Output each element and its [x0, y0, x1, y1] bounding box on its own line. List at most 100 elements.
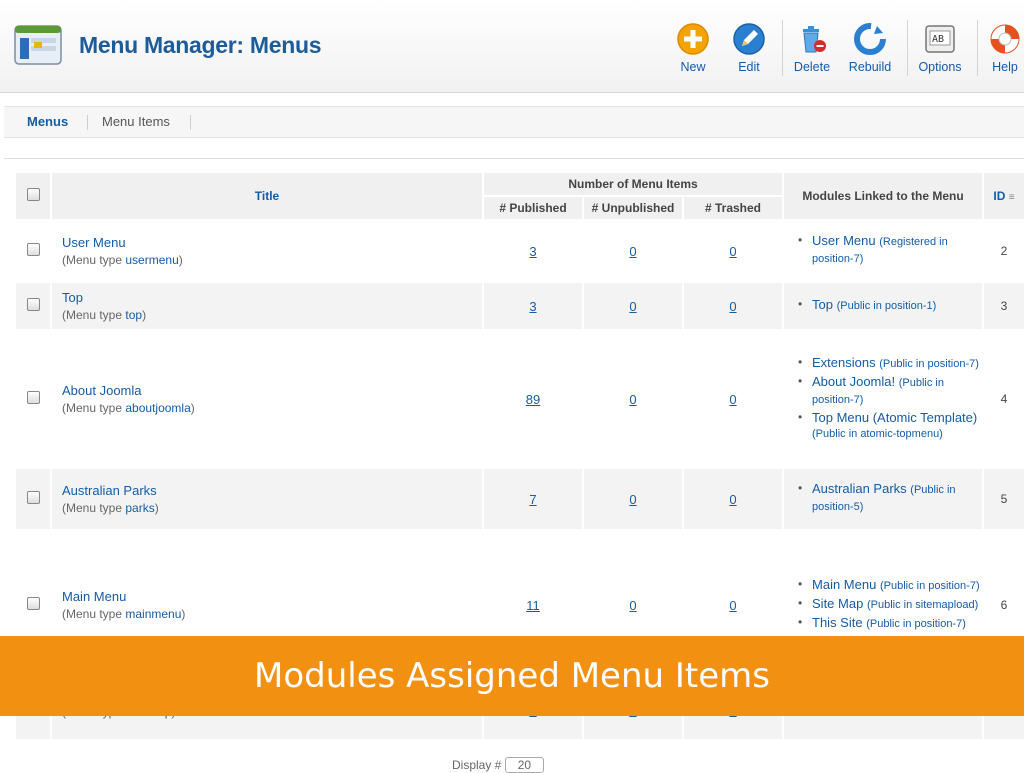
- edit-button[interactable]: Edit: [717, 22, 781, 74]
- trashed-count-link[interactable]: 0: [729, 598, 736, 613]
- menu-title-link[interactable]: About Joomla: [62, 383, 482, 398]
- module-item: Top (Public in position-1): [798, 297, 982, 314]
- menu-type: (Menu type usermenu): [62, 253, 183, 267]
- display-select[interactable]: 20: [504, 757, 545, 773]
- table-row[interactable]: Australian Parks (Menu type parks) 7 0 0 Aust…: [14, 467, 1024, 531]
- menu-type-value: mainmenu: [125, 607, 182, 621]
- plus-circle-icon: [677, 23, 709, 55]
- unpublished-count-link[interactable]: 0: [629, 598, 636, 613]
- title-cell: Top (Menu type top): [50, 281, 484, 331]
- modules-cell: Extensions (Public in position-7) About J…: [782, 329, 985, 469]
- module-link[interactable]: Extensions: [812, 355, 876, 370]
- row-checkbox[interactable]: [26, 491, 40, 504]
- select-all-checkbox[interactable]: [26, 188, 40, 201]
- table-row[interactable]: About Joomla (Menu type aboutjoomla) 89 0 0 E…: [14, 329, 1024, 469]
- id-column-header[interactable]: ID ≡: [982, 171, 1024, 221]
- module-link[interactable]: Australian Parks: [812, 481, 907, 496]
- new-button[interactable]: New: [661, 22, 725, 74]
- caption-banner: Modules Assigned Menu Items: [0, 636, 1024, 716]
- delete-button[interactable]: Delete: [780, 22, 844, 74]
- module-link[interactable]: Top: [812, 297, 833, 312]
- menu-type: (Menu type mainmenu): [62, 607, 186, 621]
- trashed-count-link[interactable]: 0: [729, 392, 736, 407]
- unpublished-cell: 0: [582, 281, 684, 331]
- row-checkbox-cell: [14, 329, 52, 469]
- row-checkbox[interactable]: [26, 298, 40, 311]
- tab-divider: [190, 115, 191, 130]
- module-item: Extensions (Public in position-7): [798, 355, 982, 372]
- row-checkbox-cell: [14, 219, 52, 283]
- module-link[interactable]: This Site: [812, 615, 863, 630]
- module-item: User Menu (Registered in position-7): [798, 233, 982, 267]
- id-cell: 4: [982, 329, 1024, 469]
- menu-type-value: aboutjoomla: [125, 401, 191, 415]
- module-item: About Joomla! (Public in position-7): [798, 374, 982, 408]
- module-link[interactable]: About Joomla!: [812, 374, 895, 389]
- rebuild-button[interactable]: Rebuild: [838, 22, 902, 74]
- published-cell: 89: [482, 329, 584, 469]
- table-row[interactable]: User Menu (Menu type usermenu) 3 0 0 User Men…: [14, 219, 1024, 283]
- tab-menu-items[interactable]: Menu Items: [102, 107, 170, 137]
- module-link[interactable]: User Menu: [812, 233, 876, 248]
- id-cell: 2: [982, 219, 1024, 283]
- published-count-link[interactable]: 3: [529, 299, 536, 314]
- row-checkbox[interactable]: [26, 391, 40, 404]
- menu-title-link[interactable]: User Menu: [62, 235, 482, 250]
- menu-type-value: usermenu: [125, 253, 179, 267]
- table-row[interactable]: Top (Menu type top) 3 0 0 Top (Public in posi…: [14, 281, 1024, 331]
- row-checkbox[interactable]: [26, 597, 40, 610]
- module-link[interactable]: Top Menu (Atomic Template): [812, 410, 977, 425]
- toolbar: Menu Manager: Menus New Edit Delete Rebu…: [0, 0, 1024, 93]
- menu-type-prefix: (Menu type: [62, 253, 123, 267]
- unpublished-cell: 0: [582, 219, 684, 283]
- published-count-link[interactable]: 7: [529, 492, 536, 507]
- options-icon: AB: [925, 25, 955, 53]
- menu-type-prefix: (Menu type: [62, 501, 123, 515]
- help-button-label: Help: [992, 60, 1018, 74]
- menu-type-prefix: (Menu type: [62, 308, 123, 322]
- trashed-cell: 0: [681, 281, 785, 331]
- row-checkbox[interactable]: [26, 243, 40, 256]
- module-item: Site Map (Public in sitemapload): [798, 596, 982, 613]
- display-label: Display #: [452, 758, 502, 772]
- module-item: Top Menu (Atomic Template) (Public in at…: [798, 410, 982, 442]
- unpublished-count-link[interactable]: 0: [629, 244, 636, 259]
- menu-type: (Menu type parks): [62, 501, 159, 515]
- modules-cell: Australian Parks (Public in position-5): [782, 467, 985, 531]
- published-column-header: # Published: [482, 195, 584, 221]
- title-column-header[interactable]: Title: [50, 171, 484, 221]
- module-position: (Public in position-7): [866, 617, 966, 630]
- trash-icon: [803, 26, 826, 53]
- unpublished-count-link[interactable]: 0: [629, 299, 636, 314]
- unpublished-count-link[interactable]: 0: [629, 492, 636, 507]
- trashed-cell: 0: [681, 329, 785, 469]
- published-cell: 3: [482, 219, 584, 283]
- unpublished-count-link[interactable]: 0: [629, 392, 636, 407]
- tab-menus[interactable]: Menus: [27, 107, 68, 137]
- module-link[interactable]: Main Menu: [812, 577, 876, 592]
- id-column-label[interactable]: ID: [993, 189, 1005, 203]
- id-cell: 3: [982, 281, 1024, 331]
- published-count-link[interactable]: 11: [526, 598, 540, 613]
- menu-title-link[interactable]: Australian Parks: [62, 483, 482, 498]
- modules-list: Main Menu (Public in position-7)Site Map…: [784, 577, 982, 632]
- module-position: (Public in sitemapload): [866, 598, 979, 611]
- trashed-count-link[interactable]: 0: [729, 244, 736, 259]
- title-cell: User Menu (Menu type usermenu): [50, 219, 484, 283]
- trashed-count-link[interactable]: 0: [729, 299, 736, 314]
- help-button[interactable]: Help: [973, 22, 1024, 74]
- menu-title-link[interactable]: Top: [62, 290, 482, 305]
- modules-cell: Top (Public in position-1): [782, 281, 985, 331]
- trashed-cell: 0: [681, 467, 785, 531]
- options-button[interactable]: AB Options: [908, 22, 972, 74]
- trashed-count-link[interactable]: 0: [729, 492, 736, 507]
- published-cell: 3: [482, 281, 584, 331]
- published-count-link[interactable]: 3: [529, 244, 536, 259]
- title-column-label[interactable]: Title: [255, 189, 279, 203]
- menu-type: (Menu type top): [62, 308, 147, 322]
- published-count-link[interactable]: 89: [526, 392, 540, 407]
- module-position: (Public in position-1): [836, 299, 937, 312]
- menu-type-value: top: [125, 308, 143, 322]
- menu-title-link[interactable]: Main Menu: [62, 589, 482, 604]
- module-link[interactable]: Site Map: [812, 596, 863, 611]
